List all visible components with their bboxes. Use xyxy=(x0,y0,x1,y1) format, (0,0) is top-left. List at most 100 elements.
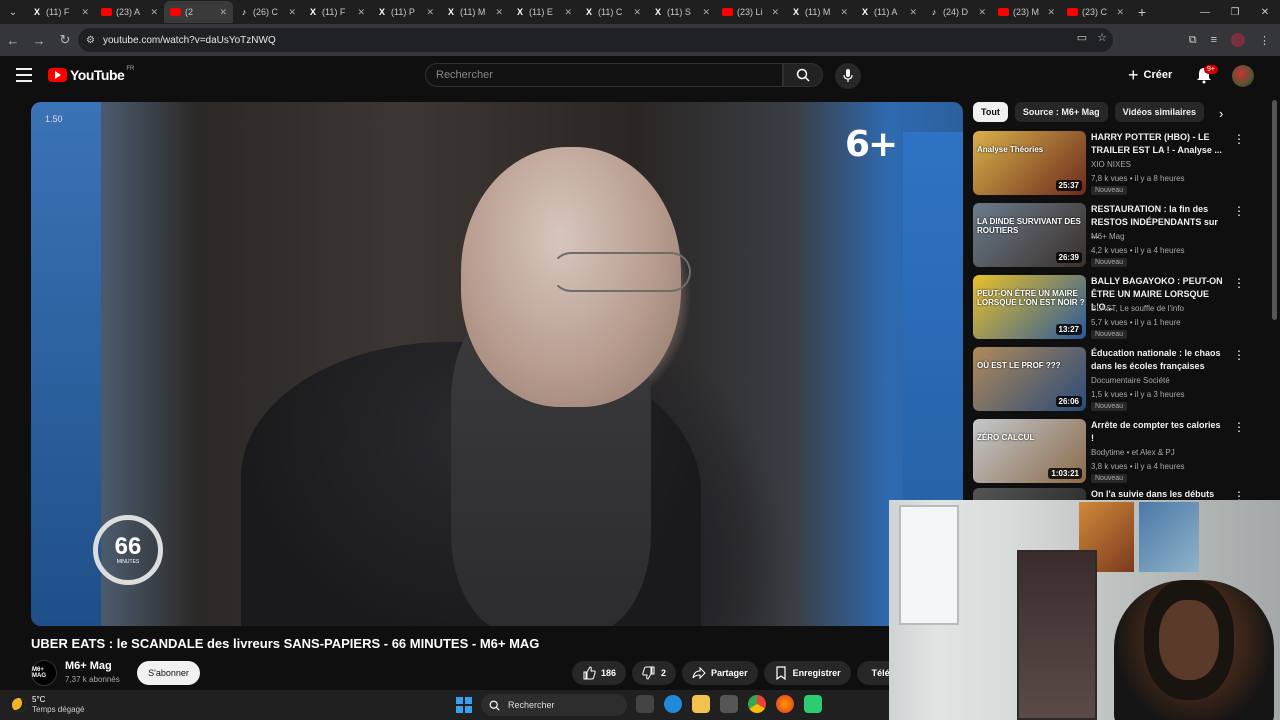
page-scrollbar[interactable] xyxy=(1272,100,1277,320)
forward-icon[interactable]: → xyxy=(26,33,52,48)
url-text[interactable]: youtube.com/watch?v=daUsYoTzNWQ xyxy=(103,35,276,46)
recommendation-channel[interactable]: M6+ Mag xyxy=(1091,232,1125,241)
restore-icon[interactable]: ❐ xyxy=(1220,7,1250,18)
recommendation-thumbnail[interactable] xyxy=(973,488,1086,500)
browser-tab[interactable]: (23) M ✕ xyxy=(992,1,1061,23)
tab-groups-icon[interactable]: ≡ xyxy=(1211,34,1217,46)
site-info-icon[interactable]: ⚙ xyxy=(86,35,95,46)
channel-name[interactable]: M6+ Mag xyxy=(65,660,112,672)
tab-close-icon[interactable]: ✕ xyxy=(150,7,158,18)
task-view-icon[interactable] xyxy=(636,695,654,713)
search-button[interactable] xyxy=(783,63,823,87)
recommendation-title[interactable]: HARRY POTTER (HBO) - LE TRAILER EST LA !… xyxy=(1091,131,1226,157)
recommendation-thumbnail[interactable]: ZÉRO CALCUL 1:03:21 xyxy=(973,419,1086,483)
recommendation-title[interactable]: Arrête de compter tes calories ! xyxy=(1091,419,1226,445)
tab-close-icon[interactable]: ✕ xyxy=(840,7,848,18)
tab-close-icon[interactable]: ✕ xyxy=(771,7,779,18)
profile-avatar[interactable] xyxy=(1231,33,1245,47)
tab-close-icon[interactable]: ✕ xyxy=(357,7,365,18)
tab-search-chevron-icon[interactable]: ⌄ xyxy=(0,0,26,24)
app-green-icon[interactable] xyxy=(804,695,822,713)
file-explorer-icon[interactable] xyxy=(692,695,710,713)
tab-close-icon[interactable]: ✕ xyxy=(81,7,89,18)
taskbar-search[interactable]: Rechercher xyxy=(481,694,627,716)
browser-tab[interactable]: X (11) F ✕ xyxy=(26,1,95,23)
tab-close-icon[interactable]: ✕ xyxy=(909,7,917,18)
firefox-icon[interactable] xyxy=(776,695,794,713)
more-options-icon[interactable]: ⋮ xyxy=(1233,205,1245,217)
channel-avatar[interactable]: M6+ MAG xyxy=(31,660,57,686)
share-button[interactable]: Partager xyxy=(682,661,758,685)
more-options-icon[interactable]: ⋮ xyxy=(1233,133,1245,145)
browser-tab[interactable]: X (11) M ✕ xyxy=(785,1,854,23)
more-options-icon[interactable]: ⋮ xyxy=(1233,349,1245,361)
recommendation-thumbnail[interactable]: LA DINDE SURVIVANT DES ROUTIERS 26:39 xyxy=(973,203,1086,267)
browser-tab[interactable]: (23) A ✕ xyxy=(95,1,164,23)
browser-menu-icon[interactable]: ⋮ xyxy=(1259,34,1270,47)
recommendation-title[interactable]: Éducation nationale : le chaos dans les … xyxy=(1091,347,1226,373)
browser-tab[interactable]: X (11) S ✕ xyxy=(647,1,716,23)
browser-tab[interactable]: X (11) F ✕ xyxy=(302,1,371,23)
like-button[interactable]: 186 xyxy=(572,661,627,685)
youtube-logo[interactable]: YouTube FR xyxy=(48,66,134,83)
browser-tab[interactable]: (23) C ✕ xyxy=(1061,1,1130,23)
windows-start-icon[interactable] xyxy=(456,697,472,713)
filter-chip[interactable]: Tout xyxy=(973,102,1008,122)
chrome-icon[interactable] xyxy=(748,695,766,713)
recommendation-item[interactable]: Analyse Théories 25:37 HARRY POTTER (HBO) … xyxy=(973,131,1245,197)
browser-tab[interactable]: X (11) A ✕ xyxy=(854,1,923,23)
extensions-icon[interactable]: ⧉ xyxy=(1189,34,1197,47)
tab-close-icon[interactable]: ✕ xyxy=(702,7,710,18)
recommendation-title[interactable]: On l'a suivie dans les débuts de xyxy=(1091,488,1226,500)
recommendation-channel[interactable]: Bodytime • et Alex & PJ xyxy=(1091,448,1175,457)
save-button[interactable]: Enregistrer xyxy=(763,661,851,685)
browser-tab[interactable]: (23) Li ✕ xyxy=(716,1,785,23)
more-options-icon[interactable]: ⋮ xyxy=(1233,421,1245,433)
chevron-right-icon[interactable]: › xyxy=(1219,106,1223,121)
browser-tab[interactable]: X (11) M ✕ xyxy=(440,1,509,23)
recommendation-channel[interactable]: XIO NIXES xyxy=(1091,160,1131,169)
recommendation-thumbnail[interactable]: OÙ EST LE PROF ??? 26:06 xyxy=(973,347,1086,411)
tab-close-icon[interactable]: ✕ xyxy=(978,7,986,18)
account-avatar[interactable] xyxy=(1232,65,1254,87)
recommendation-item[interactable]: PEUT-ON ÊTRE UN MAIRE LORSQUE L'ON EST N… xyxy=(973,275,1245,341)
recommendation-item[interactable]: ZÉRO CALCUL 1:03:21 Arrête de compter tes … xyxy=(973,419,1245,485)
cast-icon[interactable]: ▭ xyxy=(1077,31,1087,44)
recommendation-channel[interactable]: BLAST, Le souffle de l'info xyxy=(1091,304,1184,313)
tab-close-icon[interactable]: ✕ xyxy=(1047,7,1055,18)
browser-tab[interactable]: X (11) P ✕ xyxy=(371,1,440,23)
browser-tab[interactable]: (2 ✕ xyxy=(164,1,233,23)
tab-close-icon[interactable]: ✕ xyxy=(219,7,227,18)
tab-close-icon[interactable]: ✕ xyxy=(288,7,296,18)
recommendation-channel[interactable]: Documentaire Société xyxy=(1091,376,1170,385)
filter-chip[interactable]: Vidéos similaires xyxy=(1114,102,1204,122)
search-input[interactable]: Rechercher xyxy=(425,63,783,87)
more-options-icon[interactable]: ⋮ xyxy=(1233,490,1243,500)
reload-icon[interactable]: ↻ xyxy=(52,32,78,48)
dislike-button[interactable]: 2 xyxy=(632,661,677,685)
tab-close-icon[interactable]: ✕ xyxy=(495,7,503,18)
subscribe-button[interactable]: S'abonner xyxy=(137,661,200,685)
menu-hamburger-icon[interactable] xyxy=(16,68,32,82)
recommendation-thumbnail[interactable]: Analyse Théories 25:37 xyxy=(973,131,1086,195)
tab-close-icon[interactable]: ✕ xyxy=(1116,7,1124,18)
voice-search-button[interactable] xyxy=(835,63,861,89)
edge-icon[interactable] xyxy=(664,695,682,713)
store-icon[interactable] xyxy=(720,695,738,713)
weather-widget[interactable]: 5°C Temps dégagé xyxy=(12,695,84,715)
browser-tab[interactable]: ♪ (26) C ✕ xyxy=(233,1,302,23)
tab-close-icon[interactable]: ✕ xyxy=(426,7,434,18)
browser-tab[interactable]: ♪ (24) D ✕ xyxy=(923,1,992,23)
back-icon[interactable]: ← xyxy=(0,33,26,48)
tab-close-icon[interactable]: ✕ xyxy=(633,7,641,18)
video-player[interactable] xyxy=(31,102,963,626)
recommendation-item[interactable]: On l'a suivie dans les débuts de ⋮ xyxy=(973,488,1243,500)
recommendation-item[interactable]: OÙ EST LE PROF ??? 26:06 Éducation nationa… xyxy=(973,347,1245,413)
more-options-icon[interactable]: ⋮ xyxy=(1233,277,1245,289)
create-button[interactable]: + Créer xyxy=(1128,64,1172,86)
omnibox[interactable]: ⚙ youtube.com/watch?v=daUsYoTzNWQ ▭ ☆ xyxy=(78,28,1113,52)
browser-tab[interactable]: X (11) E ✕ xyxy=(509,1,578,23)
recommendation-item[interactable]: LA DINDE SURVIVANT DES ROUTIERS 26:39 REST… xyxy=(973,203,1245,269)
recommendation-thumbnail[interactable]: PEUT-ON ÊTRE UN MAIRE LORSQUE L'ON EST N… xyxy=(973,275,1086,339)
browser-tab[interactable]: X (11) C ✕ xyxy=(578,1,647,23)
